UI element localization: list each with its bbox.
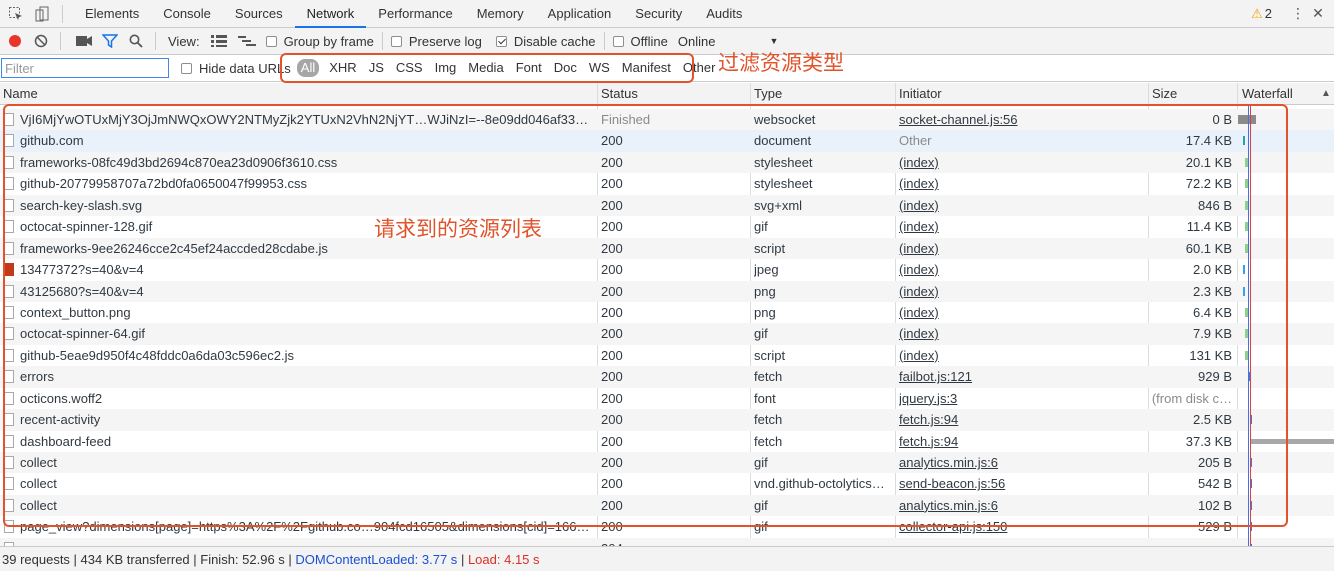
preserve-log-label: Preserve log	[408, 33, 482, 49]
disable-cache-label: Disable cache	[513, 33, 596, 49]
warning-icon: ⚠	[1251, 5, 1263, 21]
warning-count: 2	[1264, 6, 1272, 21]
tab-performance[interactable]: Performance	[366, 0, 464, 27]
column-name[interactable]: Name	[0, 83, 38, 105]
tab-elements[interactable]: Elements	[73, 0, 151, 27]
column-initiator[interactable]: Initiator	[896, 83, 942, 105]
toolbar-divider	[155, 32, 156, 50]
hide-data-urls-label: Hide data URLs	[199, 60, 291, 76]
table-header: Name Status Type Initiator Size Waterfal…	[0, 83, 1334, 105]
filter-annotation-box	[280, 53, 694, 83]
disable-cache-checkbox[interactable]: Disable cache	[495, 33, 596, 49]
preserve-log-checkbox[interactable]: Preserve log	[390, 33, 482, 49]
chevron-down-icon: ▼	[769, 36, 779, 46]
tab-security[interactable]: Security	[623, 0, 694, 27]
throttling-value: Online	[677, 33, 716, 49]
group-by-frame-box[interactable]	[265, 35, 277, 47]
device-toolbar-icon[interactable]	[32, 4, 52, 24]
preserve-log-box[interactable]	[390, 35, 402, 47]
inspect-element-icon[interactable]	[6, 4, 26, 24]
disable-cache-box[interactable]	[495, 35, 507, 47]
search-icon[interactable]	[125, 31, 147, 51]
tab-network[interactable]: Network	[294, 0, 367, 28]
tab-memory[interactable]: Memory	[465, 0, 536, 27]
column-status[interactable]: Status	[598, 83, 638, 105]
offline-box[interactable]	[612, 35, 624, 47]
clear-icon[interactable]	[30, 31, 52, 51]
column-size[interactable]: Size	[1149, 83, 1177, 105]
close-devtools-icon[interactable]: ✕	[1308, 5, 1328, 22]
offline-checkbox[interactable]: Offline	[612, 33, 668, 49]
load-time: Load: 4.15 s	[467, 552, 540, 567]
record-icon[interactable]	[4, 31, 26, 51]
status-separator: |	[460, 552, 465, 567]
dom-content-loaded-time: DOMContentLoaded: 3.77 s	[295, 552, 458, 567]
toolbar-divider	[603, 32, 605, 50]
hide-data-urls-checkbox[interactable]: Hide data URLs	[181, 61, 291, 76]
filter-input[interactable]	[1, 58, 169, 78]
column-type[interactable]: Type	[751, 83, 782, 105]
tab-console[interactable]: Console	[151, 0, 223, 27]
toolbar-divider	[381, 32, 383, 50]
group-by-frame-label: Group by frame	[283, 33, 374, 49]
request-summary: 39 requests | 434 KB transferred | Finis…	[2, 552, 292, 567]
network-toolbar: View: Group by frame Preserve log Disabl…	[0, 28, 1334, 55]
toolbar-divider	[60, 32, 61, 50]
panel-tabs: Elements Console Sources Network Performance…	[73, 0, 754, 28]
overview-icon[interactable]	[236, 31, 258, 51]
tab-sources[interactable]: Sources	[223, 0, 295, 27]
status-bar: 39 requests | 434 KB transferred | Finis…	[0, 546, 1334, 571]
sort-ascending-icon[interactable]: ▲	[1318, 83, 1331, 105]
warnings-counter[interactable]: ⚠ 2	[1251, 6, 1272, 22]
offline-label: Offline	[630, 33, 668, 49]
view-label: View:	[168, 33, 200, 49]
tabbar-divider	[62, 4, 63, 23]
column-waterfall[interactable]: Waterfall	[1239, 83, 1293, 105]
group-by-frame-checkbox[interactable]: Group by frame	[265, 33, 374, 49]
list-annotation-text: 请求到的资源列表	[374, 217, 542, 241]
list-annotation-box	[3, 104, 1288, 527]
devtools-tabbar: Elements Console Sources Network Performance…	[0, 0, 1334, 28]
tabbar-right: ⚠ 2 ⋮ ✕	[1251, 5, 1334, 22]
filter-icon[interactable]	[99, 31, 121, 51]
hide-data-urls-box[interactable]	[181, 62, 192, 74]
tab-application[interactable]: Application	[536, 0, 624, 27]
filter-annotation-text: 过滤资源类型	[718, 51, 844, 75]
more-options-icon[interactable]: ⋮	[1288, 5, 1308, 22]
large-rows-icon[interactable]	[208, 31, 230, 51]
tab-audits[interactable]: Audits	[694, 0, 754, 27]
capture-screenshots-icon[interactable]	[73, 31, 95, 51]
